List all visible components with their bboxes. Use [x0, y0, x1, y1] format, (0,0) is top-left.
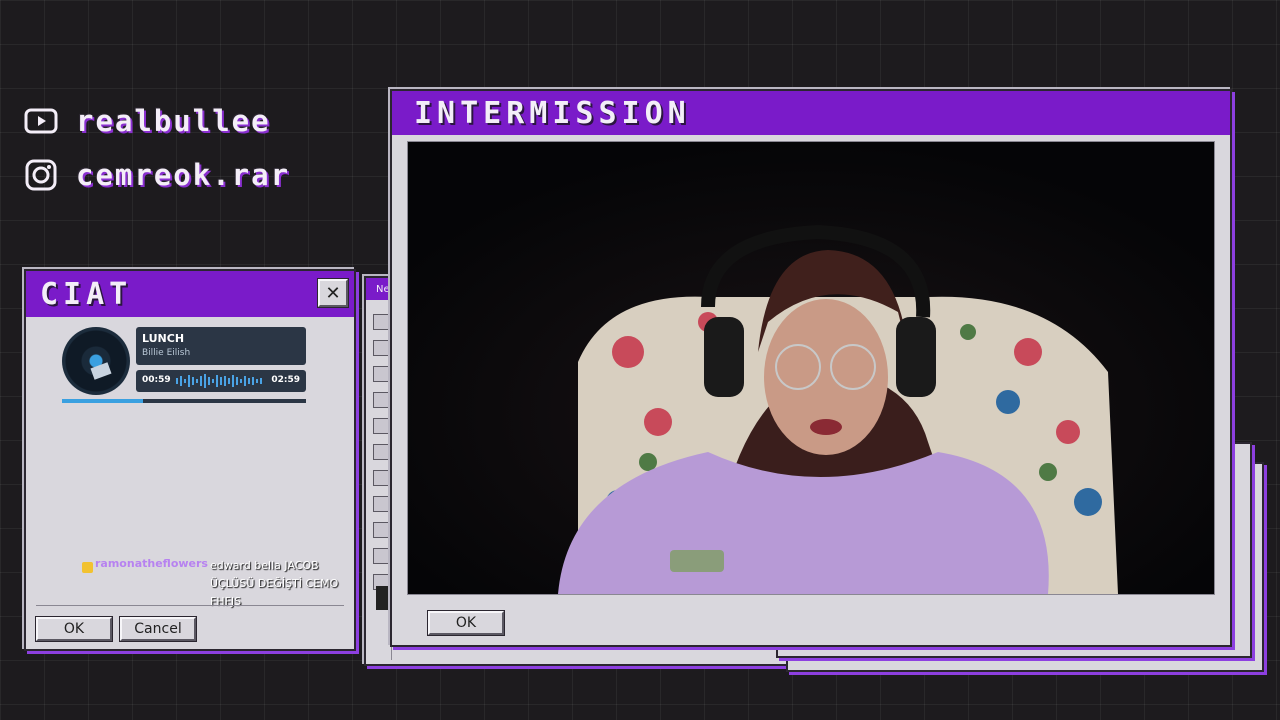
fill-icon[interactable]	[373, 418, 389, 434]
intermission-title: INTERMISSION	[414, 95, 691, 131]
chat-divider	[36, 605, 344, 606]
instagram-icon	[24, 159, 58, 191]
cancel-button[interactable]: Cancel	[119, 616, 197, 642]
streamer-image	[408, 142, 1214, 594]
intermission-window: INTERMISSION OK	[390, 89, 1232, 647]
chat-title: CIAT	[40, 276, 133, 312]
total-time: 02:59	[271, 375, 300, 385]
close-icon[interactable]: ✕	[317, 278, 349, 308]
chat-text: edward bella JACOB ÜÇLÜSÜ DEĞİŞTİ CEMO F…	[210, 559, 339, 608]
ok-button[interactable]: OK	[35, 616, 113, 642]
youtube-handle: realbullee	[76, 104, 271, 138]
color-swatch	[376, 586, 388, 610]
pointer-icon[interactable]	[373, 496, 389, 512]
intermission-ok-button[interactable]: OK	[427, 610, 505, 636]
elapsed-time: 00:59	[142, 375, 171, 385]
youtube-icon	[24, 106, 58, 136]
chat-username: ramonatheflowers	[95, 557, 208, 570]
smile-badge-icon	[82, 562, 93, 573]
waveform-icon	[176, 374, 262, 388]
webcam-feed	[407, 141, 1215, 595]
album-sticker	[90, 362, 112, 380]
track-artist: Billie Eilish	[142, 348, 191, 358]
pen-icon[interactable]	[373, 522, 389, 538]
chat-titlebar: CIAT	[26, 271, 354, 317]
intermission-titlebar: INTERMISSION	[392, 91, 1230, 135]
social-instagram: cemreok.rar	[24, 158, 290, 192]
brush-icon[interactable]	[373, 470, 389, 486]
progress-track	[62, 399, 306, 403]
track-title: LUNCH	[142, 332, 185, 345]
instagram-handle: cemreok.rar	[76, 158, 291, 192]
text-icon[interactable]	[373, 548, 389, 564]
paint-title: Ne	[376, 283, 390, 295]
social-youtube: realbullee	[24, 104, 271, 138]
chat-window: CIAT ✕ LUNCH Billie Eilish 00:59 02:59 r…	[24, 269, 356, 651]
chat-message: ramonatheflowers edward bella JACOB ÜÇLÜ…	[82, 557, 342, 608]
lasso-icon[interactable]	[373, 340, 389, 356]
pencil-icon[interactable]	[373, 392, 389, 408]
select-icon[interactable]	[373, 314, 389, 330]
progress-fill	[62, 399, 143, 403]
vinyl-record	[62, 327, 130, 395]
waveform-bar: 00:59 02:59	[136, 370, 306, 392]
eraser-icon[interactable]	[373, 444, 389, 460]
track-info: LUNCH Billie Eilish	[136, 327, 306, 365]
crop-icon[interactable]	[373, 366, 389, 382]
